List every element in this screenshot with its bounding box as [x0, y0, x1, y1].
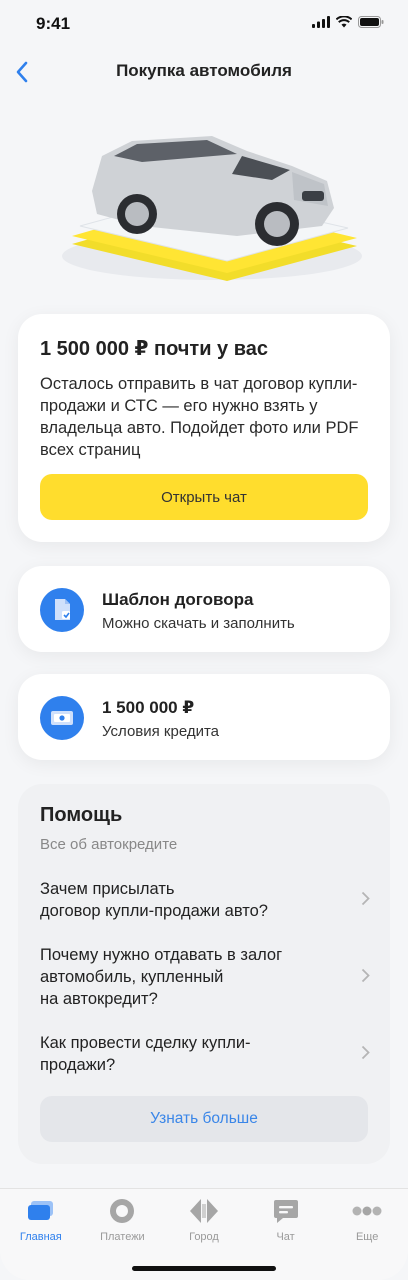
faq-question: Как провести сделку купли- продажи?	[40, 1034, 251, 1074]
faq-item[interactable]: Зачем присылать договор купли-продажи ав…	[40, 878, 370, 922]
loan-status-card: 1 500 000 ₽ почти у вас Осталось отправи…	[18, 314, 390, 542]
payments-icon	[109, 1197, 135, 1225]
car-illustration	[22, 96, 386, 296]
chat-icon	[273, 1197, 299, 1225]
wifi-icon	[336, 16, 352, 28]
home-card-icon	[27, 1197, 55, 1225]
chevron-right-icon	[361, 1043, 370, 1065]
loan-status-description: Осталось отправить в чат договор купли-п…	[40, 375, 359, 459]
contract-template-title: Шаблон договора	[102, 590, 254, 609]
open-chat-button[interactable]: Открыть чат	[40, 474, 368, 520]
credit-amount: 1 500 000 ₽	[102, 698, 195, 717]
battery-icon	[358, 16, 384, 28]
tab-label: Чат	[276, 1231, 295, 1243]
help-subtitle: Все об автокредите	[40, 836, 178, 853]
chevron-right-icon	[361, 966, 370, 988]
status-time: 9:41	[36, 14, 71, 33]
home-indicator	[132, 1266, 276, 1271]
help-title: Помощь	[40, 804, 123, 826]
city-icon	[189, 1197, 219, 1225]
contract-template-subtitle: Можно скачать и заполнить	[102, 615, 295, 632]
signal-icon	[312, 16, 330, 28]
page-title: Покупка автомобиля	[116, 61, 292, 80]
status-bar: 9:41	[0, 0, 408, 48]
faq-item[interactable]: Почему нужно отдавать в залог автомобиль…	[40, 944, 370, 1010]
banknote-icon	[40, 696, 84, 740]
status-icons	[312, 16, 384, 28]
learn-more-button[interactable]: Узнать больше	[40, 1096, 368, 1142]
tab-label: Еще	[355, 1231, 379, 1243]
more-icon	[352, 1197, 382, 1225]
faq-question: Зачем присылать договор купли-продажи ав…	[40, 880, 268, 920]
faq-item[interactable]: Как провести сделку купли- продажи?	[40, 1032, 370, 1076]
document-icon	[40, 588, 84, 632]
tab-more[interactable]: Еще	[332, 1195, 402, 1280]
tab-label: Главная	[19, 1231, 62, 1243]
help-section: Помощь Все об автокредите Зачем присылат…	[18, 784, 390, 1164]
faq-question: Почему нужно отдавать в залог автомобиль…	[40, 946, 283, 1008]
tab-label: Город	[189, 1231, 219, 1243]
navigation-bar: Покупка автомобиля	[0, 52, 408, 92]
credit-terms-label: Условия кредита	[102, 723, 220, 740]
app-screen: 9:41 Покупка автомобиля 1 500 000 ₽ почт…	[0, 0, 408, 1280]
tab-home[interactable]: Главная	[6, 1195, 76, 1280]
chevron-right-icon	[361, 889, 370, 911]
tab-label: Платежи	[100, 1231, 145, 1243]
loan-status-title: 1 500 000 ₽ почти у вас	[40, 338, 269, 360]
contract-template-card[interactable]: Шаблон договора Можно скачать и заполнит…	[18, 566, 390, 652]
credit-terms-card[interactable]: 1 500 000 ₽ Условия кредита	[18, 674, 390, 760]
